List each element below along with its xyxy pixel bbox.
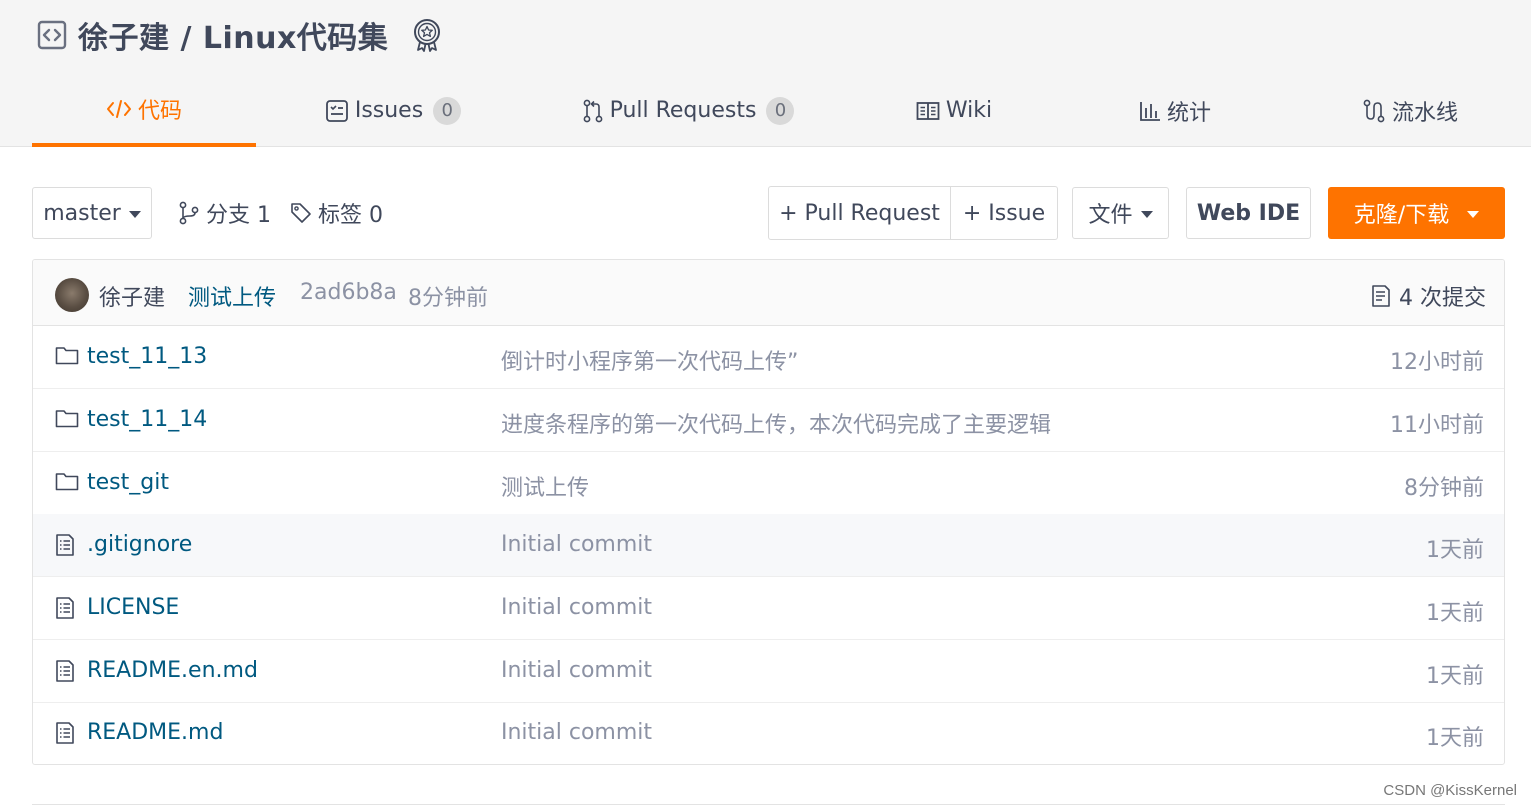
tab-pull-requests-label: Pull Requests bbox=[609, 98, 757, 123]
table-row[interactable]: test_11_14 进度条程序的第一次代码上传，本次代码完成了主要逻辑 11小… bbox=[33, 389, 1504, 452]
issues-count-badge: 0 bbox=[433, 96, 462, 125]
tab-code-label: 代码 bbox=[137, 98, 182, 124]
file-name-link[interactable]: .gitignore bbox=[87, 532, 192, 557]
file-commit-time: 1天前 bbox=[1426, 726, 1484, 751]
repo-code-icon bbox=[36, 19, 68, 51]
file-commit-message[interactable]: 测试上传 bbox=[501, 470, 589, 502]
file-commit-time: 1天前 bbox=[1426, 601, 1484, 626]
clone-download-label: 克隆/下载 bbox=[1353, 203, 1450, 228]
commit-count-link[interactable]: 4 次提交 bbox=[1371, 280, 1486, 312]
table-row[interactable]: .gitignore Initial commit 1天前 bbox=[33, 514, 1504, 577]
commit-author[interactable]: 徐子建 bbox=[99, 280, 165, 312]
repo-header: 徐子建 / Linux代码集 代码 Issues 0 Pull Requests… bbox=[0, 0, 1531, 147]
file-icon bbox=[55, 596, 75, 620]
recommended-badge-icon[interactable] bbox=[410, 16, 444, 54]
file-commit-message[interactable]: 进度条程序的第一次代码上传，本次代码完成了主要逻辑 bbox=[501, 407, 1051, 439]
chevron-down-icon bbox=[1140, 210, 1153, 218]
file-name-link[interactable]: LICENSE bbox=[87, 595, 179, 620]
table-row[interactable]: test_git 测试上传 8分钟前 bbox=[33, 452, 1504, 515]
file-commit-message[interactable]: Initial commit bbox=[501, 595, 652, 620]
file-menu-label: 文件 bbox=[1088, 203, 1133, 228]
repo-title[interactable]: 徐子建 / Linux代码集 bbox=[78, 13, 388, 57]
branch-select-label: master bbox=[43, 200, 121, 226]
commit-message[interactable]: 测试上传 bbox=[188, 280, 276, 312]
chevron-down-icon bbox=[1467, 210, 1480, 218]
web-ide-button[interactable]: Web IDE bbox=[1186, 187, 1311, 239]
file-commit-time: 1天前 bbox=[1426, 538, 1484, 563]
file-name-link[interactable]: README.md bbox=[87, 720, 223, 745]
tab-wiki-label: Wiki bbox=[945, 98, 993, 123]
table-row[interactable]: LICENSE Initial commit 1天前 bbox=[33, 577, 1504, 640]
tab-issues-label: Issues bbox=[354, 98, 424, 123]
file-commit-time: 8分钟前 bbox=[1404, 476, 1484, 501]
file-commit-message[interactable]: 倒计时小程序第一次代码上传” bbox=[501, 344, 798, 376]
table-row[interactable]: test_11_13 倒计时小程序第一次代码上传” 12小时前 bbox=[33, 326, 1504, 389]
file-commit-message[interactable]: Initial commit bbox=[501, 658, 652, 683]
file-commit-time: 11小时前 bbox=[1390, 413, 1484, 438]
tab-wiki[interactable]: Wiki bbox=[916, 74, 992, 147]
file-commit-time: 1天前 bbox=[1426, 664, 1484, 689]
commits-history-icon bbox=[1371, 284, 1391, 308]
file-name-link[interactable]: test_11_13 bbox=[87, 344, 207, 369]
pipeline-icon bbox=[1362, 99, 1386, 123]
file-commit-message[interactable]: Initial commit bbox=[501, 532, 652, 557]
latest-commit-bar: 徐子建 测试上传 2ad6b8a 8分钟前 4 次提交 bbox=[33, 260, 1504, 326]
tab-stats-label: 统计 bbox=[1166, 100, 1211, 126]
repo-tabs: 代码 Issues 0 Pull Requests 0 Wiki 统计 流水线 bbox=[32, 74, 1531, 147]
issues-icon bbox=[325, 99, 349, 123]
tab-code[interactable]: 代码 bbox=[32, 74, 256, 147]
tab-pipeline[interactable]: 流水线 bbox=[1358, 74, 1462, 147]
tab-pipeline-label: 流水线 bbox=[1391, 100, 1458, 126]
file-name-link[interactable]: test_git bbox=[87, 470, 169, 495]
stats-bar-icon bbox=[1139, 100, 1161, 122]
file-icon bbox=[55, 533, 75, 557]
tags-link[interactable]: 标签 0 bbox=[290, 187, 383, 239]
branches-label: 分支 1 bbox=[206, 203, 271, 228]
avatar[interactable] bbox=[55, 278, 89, 312]
file-icon bbox=[55, 721, 75, 745]
file-list: 徐子建 测试上传 2ad6b8a 8分钟前 4 次提交 test_11_13 倒… bbox=[32, 259, 1505, 765]
divider bbox=[32, 804, 1505, 805]
branch-icon bbox=[178, 201, 200, 225]
folder-icon bbox=[55, 408, 79, 428]
code-icon bbox=[106, 98, 132, 120]
commit-time: 8分钟前 bbox=[408, 286, 488, 311]
wiki-book-icon bbox=[916, 101, 940, 121]
file-name-link[interactable]: test_11_14 bbox=[87, 407, 207, 432]
tab-issues[interactable]: Issues 0 bbox=[325, 74, 462, 147]
tab-pull-requests[interactable]: Pull Requests 0 bbox=[583, 74, 795, 147]
commit-sha[interactable]: 2ad6b8a bbox=[300, 280, 397, 305]
branches-link[interactable]: 分支 1 bbox=[178, 187, 271, 239]
new-pull-request-button[interactable]: + Pull Request bbox=[769, 187, 950, 239]
file-icon bbox=[55, 659, 75, 683]
repo-title-bar: 徐子建 / Linux代码集 bbox=[36, 14, 444, 56]
folder-icon bbox=[55, 471, 79, 491]
table-row[interactable]: README.en.md Initial commit 1天前 bbox=[33, 640, 1504, 703]
pull-request-icon bbox=[582, 99, 604, 123]
folder-icon bbox=[55, 345, 79, 365]
watermark: CSDN @KissKernel bbox=[1383, 782, 1517, 799]
commit-count-label: 4 次提交 bbox=[1399, 286, 1486, 311]
branch-select[interactable]: master bbox=[32, 187, 152, 239]
file-commit-message[interactable]: Initial commit bbox=[501, 720, 652, 745]
tags-label: 标签 0 bbox=[318, 203, 383, 228]
clone-download-button[interactable]: 克隆/下载 bbox=[1328, 187, 1505, 239]
file-commit-time: 12小时前 bbox=[1390, 350, 1484, 375]
file-menu-button[interactable]: 文件 bbox=[1072, 187, 1169, 239]
file-name-link[interactable]: README.en.md bbox=[87, 658, 258, 683]
table-row[interactable]: README.md Initial commit 1天前 bbox=[33, 702, 1504, 764]
chevron-down-icon bbox=[128, 210, 141, 218]
pull-requests-count-badge: 0 bbox=[766, 96, 795, 125]
tab-stats[interactable]: 统计 bbox=[1136, 74, 1214, 147]
tag-icon bbox=[290, 202, 312, 224]
create-button-group: + Pull Request + Issue bbox=[768, 186, 1058, 240]
new-issue-button[interactable]: + Issue bbox=[950, 187, 1057, 239]
